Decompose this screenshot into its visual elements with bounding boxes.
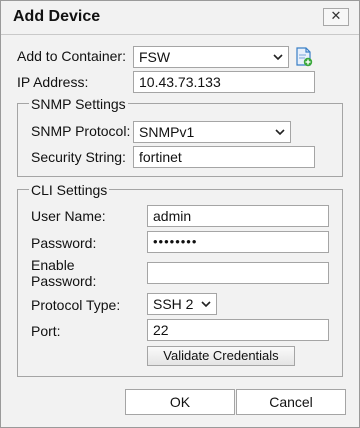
cancel-button[interactable]: Cancel [236, 389, 346, 415]
titlebar-divider [1, 34, 359, 35]
ok-button[interactable]: OK [125, 389, 235, 415]
dialog-titlebar: Add Device ✕ [1, 1, 359, 35]
add-container-icon[interactable] [295, 47, 313, 67]
cli-settings-legend: CLI Settings [29, 182, 110, 198]
protocol-type-select[interactable]: SSH 2 [147, 293, 217, 315]
snmp-protocol-value: SNMPv1 [139, 124, 195, 140]
port-input[interactable]: 22 [147, 319, 329, 341]
chevron-down-icon [201, 301, 211, 308]
container-select[interactable]: FSW [133, 46, 289, 68]
ip-address-label: IP Address: [17, 74, 89, 90]
snmp-protocol-select[interactable]: SNMPv1 [133, 121, 291, 143]
password-label: Password: [31, 235, 97, 251]
dialog-title: Add Device [13, 8, 101, 25]
container-value: FSW [139, 49, 171, 65]
port-label: Port: [31, 323, 61, 339]
security-string-label: Security String: [31, 149, 126, 165]
username-label: User Name: [31, 208, 106, 224]
container-label: Add to Container: [17, 48, 126, 64]
security-string-input[interactable]: fortinet [133, 146, 315, 168]
snmp-settings-legend: SNMP Settings [29, 96, 128, 112]
password-input[interactable]: •••••••• [147, 231, 329, 253]
chevron-down-icon [275, 129, 285, 136]
enable-password-input[interactable] [147, 262, 329, 284]
snmp-protocol-label: SNMP Protocol: [31, 123, 131, 139]
add-device-dialog: Add Device ✕ Add to Container: FSW IP Ad… [0, 0, 360, 428]
protocol-type-label: Protocol Type: [31, 297, 121, 313]
validate-credentials-button[interactable]: Validate Credentials [147, 346, 295, 366]
chevron-down-icon [273, 54, 283, 61]
enable-password-label: Enable Password: [31, 257, 97, 289]
close-button[interactable]: ✕ [323, 8, 349, 26]
close-icon: ✕ [330, 9, 342, 24]
protocol-type-value: SSH 2 [153, 296, 194, 312]
ip-address-input[interactable]: 10.43.73.133 [133, 71, 315, 93]
username-input[interactable]: admin [147, 205, 329, 227]
